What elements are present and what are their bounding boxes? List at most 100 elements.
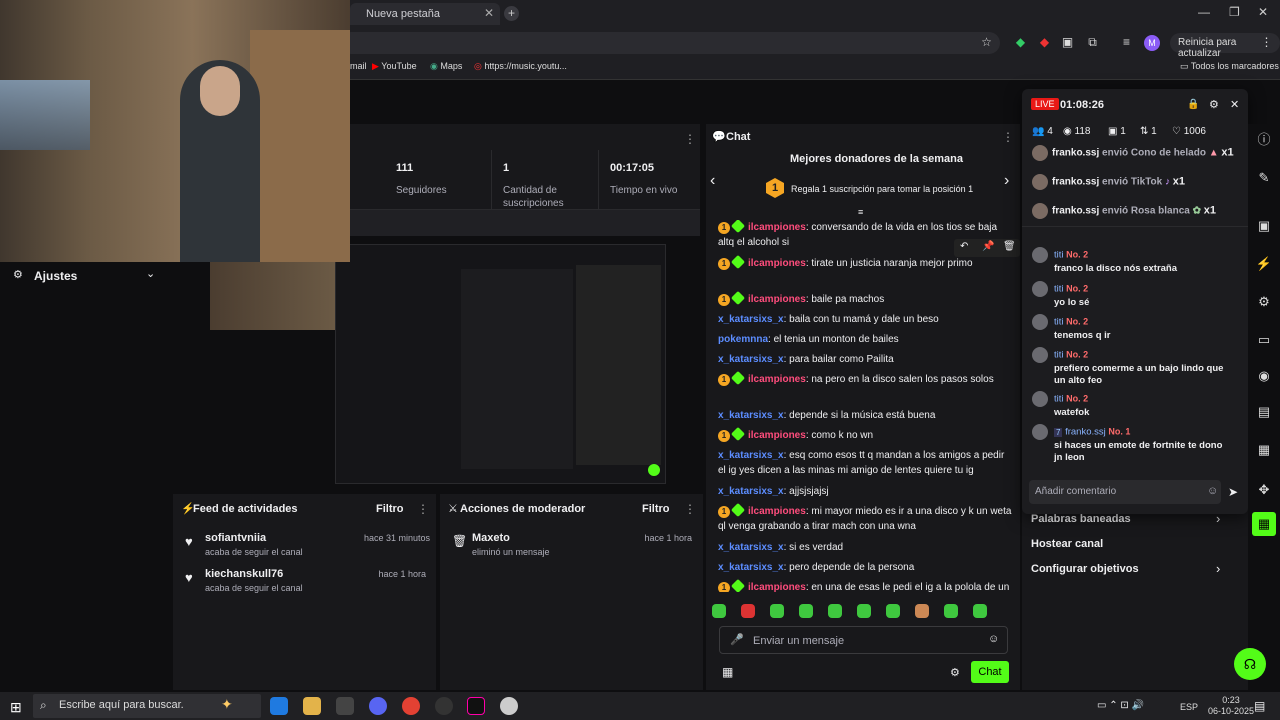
browser-tab[interactable]: Nueva pestaña <box>350 3 500 25</box>
notifications-icon[interactable]: ▤ <box>1254 699 1265 713</box>
store-icon[interactable] <box>336 697 354 715</box>
item-name: sofiantvniia <box>205 532 267 544</box>
filter-button[interactable]: Filtro <box>642 503 670 515</box>
chevron-down-icon[interactable]: ⌄ <box>146 267 155 280</box>
close-window-icon[interactable]: ✕ <box>1258 5 1268 19</box>
clock[interactable]: 0:23 06-10-2025 <box>1208 695 1254 717</box>
profile-avatar[interactable]: M <box>1144 35 1160 51</box>
emote-bar <box>712 604 1012 622</box>
filter-button[interactable]: Filtro <box>376 503 404 515</box>
chevron-right-icon[interactable]: › <box>1004 172 1009 190</box>
minimize-icon[interactable]: — <box>1198 5 1210 19</box>
tray-icons[interactable]: ▭ ⌃ ⊡ 🔊 <box>1097 700 1144 711</box>
emote-icon[interactable] <box>799 604 813 618</box>
layers-icon[interactable]: ▤ <box>1252 400 1276 424</box>
stats-menu-icon[interactable]: ⋮ <box>684 132 696 146</box>
settings-row[interactable]: ⚙ Ajustes ⌄ <box>0 262 170 288</box>
emote-icon[interactable] <box>973 604 987 618</box>
tiktok-icon[interactable] <box>467 697 485 715</box>
lock-icon[interactable]: 🔒 <box>1187 99 1199 110</box>
microphone-icon[interactable]: 🎤 <box>730 633 744 646</box>
menu-kebab-icon[interactable]: ⋮ <box>417 502 429 516</box>
send-icon[interactable]: ➤ <box>1228 485 1238 499</box>
emoji-icon[interactable]: ☺ <box>1207 485 1218 497</box>
chat-icon[interactable]: ▭ <box>1252 328 1276 352</box>
restore-icon[interactable]: ❐ <box>1229 5 1240 19</box>
chat-username[interactable]: ilcampiones <box>748 506 806 517</box>
file-explorer-icon[interactable] <box>303 697 321 715</box>
chat-username[interactable]: ilcampiones <box>748 258 806 269</box>
preview-side <box>576 265 661 465</box>
obs-icon[interactable] <box>435 697 453 715</box>
menu-host-channel[interactable]: Hostear canal <box>1031 538 1103 550</box>
bookmark-mail[interactable]: mail <box>350 61 367 71</box>
chat-username[interactable]: x_katarsixs_x <box>718 450 784 461</box>
comment-input[interactable]: Añadir comentario ☺ <box>1029 480 1221 504</box>
all-bookmarks[interactable]: ▭ Todos los marcadores <box>1180 61 1279 72</box>
menu-kebab-icon[interactable]: ⋮ <box>1002 130 1014 144</box>
chat-username[interactable]: x_katarsixs_x <box>718 486 784 497</box>
chat-username[interactable]: pokemnna <box>718 334 768 345</box>
screen-icon[interactable]: ▣ <box>1252 214 1276 238</box>
settings-gear-icon[interactable]: ⚙ <box>950 666 960 679</box>
chrome-icon[interactable] <box>402 697 420 715</box>
address-bar[interactable] <box>340 32 1000 54</box>
emote-icon[interactable] <box>741 604 755 618</box>
close-icon[interactable]: ✕ <box>1230 98 1239 111</box>
new-tab-button[interactable]: + <box>504 6 519 21</box>
support-button[interactable]: ☊ <box>1234 648 1266 680</box>
emoji-icon[interactable]: ☺ <box>988 633 999 645</box>
chat-username[interactable]: ilcampiones <box>748 294 806 305</box>
edit-icon[interactable]: ✎ <box>1252 166 1276 190</box>
emote-icon[interactable] <box>857 604 871 618</box>
info-icon[interactable]: ⓘ <box>1252 128 1276 152</box>
discord-icon[interactable] <box>369 697 387 715</box>
emote-icon[interactable] <box>944 604 958 618</box>
menu-banned-words[interactable]: Palabras baneadas <box>1031 513 1131 525</box>
gift-icon[interactable]: ▦ <box>1252 438 1276 462</box>
bookmark-youtube[interactable]: ▶ YouTube <box>372 61 417 72</box>
chat-username[interactable]: x_katarsixs_x <box>718 562 784 573</box>
chat-username[interactable]: x_katarsixs_x <box>718 542 784 553</box>
emote-icon[interactable] <box>915 604 929 618</box>
store-icon[interactable]: ▦ <box>722 665 733 679</box>
chat-send-button[interactable]: Chat <box>971 661 1009 683</box>
bolt-icon[interactable]: ⚡ <box>1252 252 1276 276</box>
star-icon[interactable]: ☆ <box>979 35 994 50</box>
chat-username[interactable]: x_katarsixs_x <box>718 354 784 365</box>
emote-icon[interactable] <box>770 604 784 618</box>
bookmark-music[interactable]: ◎ https://music.youtu... <box>474 61 567 72</box>
drag-icon[interactable]: ✥ <box>1252 478 1276 502</box>
taskbar-search[interactable]: ⌕ Escribe aquí para buscar. ✦ <box>33 694 261 718</box>
chat-username[interactable]: ilcampiones <box>748 222 806 233</box>
chevron-left-icon[interactable]: ‹ <box>710 172 715 190</box>
chat-username[interactable]: ilcampiones <box>748 430 806 441</box>
emote-icon[interactable] <box>828 604 842 618</box>
menu-kebab-icon[interactable]: ⋮ <box>684 502 696 516</box>
chat-username[interactable]: x_katarsixs_x <box>718 410 784 421</box>
settings-icon[interactable]: ⚙ <box>1209 98 1219 111</box>
edge-icon[interactable] <box>270 697 288 715</box>
chat-username[interactable]: ilcampiones <box>748 374 806 385</box>
broadcast-icon[interactable]: ◉ <box>1252 364 1276 388</box>
app-icon[interactable] <box>500 697 518 715</box>
close-tab-icon[interactable]: ✕ <box>484 6 494 20</box>
bookmark-maps[interactable]: ◉ Maps <box>430 61 462 72</box>
emote-icon[interactable] <box>886 604 900 618</box>
chat-input[interactable]: 🎤 Enviar un mensaje ☺ <box>719 626 1008 654</box>
extension-shield-icon[interactable]: ◆ <box>1013 35 1028 50</box>
clapperboard-icon[interactable]: ▦ <box>1252 512 1276 536</box>
filter-lines-icon[interactable]: ≡ <box>858 207 863 217</box>
chat-username[interactable]: x_katarsixs_x <box>718 314 784 325</box>
menu-kebab-icon[interactable]: ⋮ <box>1259 35 1274 50</box>
windows-start-icon[interactable]: ⊞ <box>10 699 22 716</box>
menu-configure-goals[interactable]: Configurar objetivos <box>1031 563 1139 575</box>
language-indicator[interactable]: ESP <box>1180 702 1198 712</box>
emote-icon[interactable] <box>712 604 726 618</box>
extension-icon-2[interactable]: ▣ <box>1060 35 1075 50</box>
extensions-puzzle-icon[interactable]: ⧉ <box>1085 35 1100 50</box>
media-control-icon[interactable]: ≡ <box>1119 35 1134 50</box>
extension-icon[interactable]: ◆ <box>1037 35 1052 50</box>
chat-username[interactable]: ilcampiones <box>748 582 806 592</box>
gear-icon[interactable]: ⚙ <box>1252 290 1276 314</box>
